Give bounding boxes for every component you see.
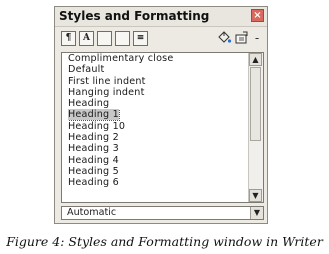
- scroll-up-button[interactable]: ▲: [249, 53, 262, 66]
- scroll-thumb[interactable]: [250, 67, 261, 141]
- title-bar[interactable]: Styles and Formatting ×: [55, 7, 267, 27]
- style-list-item-label: Heading 6: [68, 177, 119, 189]
- filter-dropdown-button[interactable]: ▼: [250, 207, 263, 219]
- style-list-item[interactable]: Heading 2: [68, 132, 247, 143]
- style-list-item[interactable]: Default: [68, 64, 247, 75]
- page-styles-button[interactable]: [115, 31, 130, 46]
- style-list-item-label: Complimentary close: [68, 53, 174, 64]
- style-filter-select[interactable]: Automatic ▼: [61, 206, 264, 220]
- character-styles-button[interactable]: A: [79, 31, 94, 46]
- style-list-item[interactable]: Heading 1: [68, 109, 247, 121]
- style-list-item-label: Default: [68, 64, 105, 76]
- style-list-item-label: Heading 4: [68, 154, 119, 166]
- close-button[interactable]: ×: [251, 9, 264, 22]
- style-list-item[interactable]: Complimentary close: [68, 53, 247, 64]
- style-list-item-label: Hanging indent: [68, 86, 145, 98]
- new-style-icon: [235, 31, 248, 44]
- vertical-scrollbar[interactable]: ▲ ▼: [248, 53, 263, 202]
- new-style-button[interactable]: [233, 30, 251, 47]
- style-list-item-label: Heading 2: [68, 132, 119, 144]
- dropdown-icon: -: [254, 31, 260, 45]
- toolbar: ¶ A ≡ -: [55, 27, 267, 53]
- style-list-item-label: First line indent: [68, 75, 146, 87]
- style-list-item-label: Heading 1: [68, 109, 120, 121]
- style-list-item[interactable]: Hanging indent: [68, 87, 247, 98]
- style-list-item[interactable]: Heading 5: [68, 166, 247, 177]
- scroll-down-button[interactable]: ▼: [249, 189, 262, 202]
- list-styles-icon: ≡: [136, 33, 145, 43]
- style-list-item-label: Heading 3: [68, 143, 119, 155]
- style-list-items: Complimentary close Default First line ind…: [68, 53, 247, 189]
- fill-format-mode-button[interactable]: [215, 30, 233, 47]
- close-icon: ×: [253, 10, 262, 21]
- chevron-up-icon: ▲: [252, 55, 259, 64]
- paint-bucket-icon: [218, 31, 232, 43]
- paragraph-styles-icon: ¶: [65, 33, 72, 43]
- style-list-item[interactable]: Heading 3: [68, 143, 247, 154]
- character-styles-icon: A: [83, 33, 90, 43]
- frame-styles-button[interactable]: [97, 31, 112, 46]
- chevron-down-icon: ▼: [253, 208, 261, 217]
- style-list-item[interactable]: First line indent: [68, 76, 247, 87]
- style-list-item-label: Heading 10: [68, 120, 126, 132]
- style-list-item-label: Heading 5: [68, 165, 119, 177]
- chevron-down-icon: ▼: [252, 191, 259, 200]
- style-list-item[interactable]: Heading 6: [68, 177, 247, 188]
- figure-caption: Figure 4: Styles and Formatting window i…: [6, 234, 323, 249]
- style-list-item[interactable]: Heading: [68, 98, 247, 109]
- paragraph-styles-button[interactable]: ¶: [61, 31, 76, 46]
- style-list-item-label: Heading: [68, 98, 110, 110]
- list-styles-button[interactable]: ≡: [133, 31, 148, 46]
- filter-value: Automatic: [67, 207, 117, 218]
- style-list[interactable]: Complimentary close Default First line ind…: [61, 52, 264, 203]
- style-list-item[interactable]: Heading 4: [68, 155, 247, 166]
- style-list-item[interactable]: Heading 10: [68, 121, 247, 132]
- style-actions-dropdown[interactable]: -: [251, 30, 263, 47]
- styles-formatting-window: Styles and Formatting × ¶ A ≡ - Complime…: [54, 6, 268, 224]
- window-title: Styles and Formatting: [59, 9, 210, 23]
